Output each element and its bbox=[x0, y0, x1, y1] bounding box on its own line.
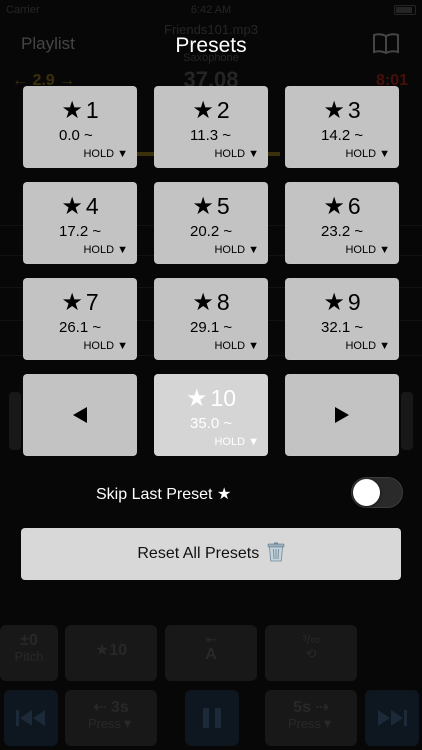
preset-button-4[interactable]: ★ 4 17.2 ~ HOLD ▼ bbox=[23, 182, 137, 264]
preset-value: 20.2 ~ bbox=[190, 223, 233, 240]
preset-button-2[interactable]: ★ 2 11.3 ~ HOLD ▼ bbox=[154, 86, 268, 168]
preset-label: ★ 2 bbox=[154, 97, 268, 124]
preset-hold-hint: HOLD ▼ bbox=[214, 340, 259, 352]
skip-last-preset-toggle[interactable] bbox=[351, 477, 403, 508]
preset-value: 32.1 ~ bbox=[321, 319, 364, 336]
reset-all-presets-label: Reset All Presets bbox=[137, 545, 260, 562]
star-icon: ★ bbox=[192, 97, 214, 124]
preset-label: ★ 10 bbox=[154, 385, 268, 412]
preset-hold-hint: HOLD ▼ bbox=[83, 148, 128, 160]
skip-last-preset-row: Skip Last Preset ★ bbox=[0, 470, 422, 514]
preset-number: 1 bbox=[85, 97, 99, 123]
preset-number: 10 bbox=[210, 385, 237, 411]
star-icon: ★ bbox=[61, 97, 83, 124]
preset-number: 3 bbox=[347, 97, 361, 123]
preset-button-10[interactable]: ★ 10 35.0 ~ HOLD ▼ bbox=[154, 374, 268, 456]
preset-number: 7 bbox=[85, 289, 99, 315]
preset-number: 9 bbox=[347, 289, 361, 315]
preset-hold-hint: HOLD ▼ bbox=[83, 244, 128, 256]
preset-number: 5 bbox=[216, 193, 230, 219]
previous-presets-button[interactable] bbox=[23, 374, 137, 456]
star-icon: ★ bbox=[61, 193, 83, 220]
skip-last-preset-label: Skip Last Preset ★ bbox=[96, 486, 232, 503]
preset-hold-hint: HOLD ▼ bbox=[83, 340, 128, 352]
star-icon: ★ bbox=[61, 289, 83, 316]
preset-hold-hint: HOLD ▼ bbox=[345, 148, 390, 160]
preset-hold-hint: HOLD ▼ bbox=[345, 244, 390, 256]
toggle-knob bbox=[353, 479, 380, 506]
triangle-right-icon bbox=[335, 407, 349, 423]
reset-all-presets-button[interactable]: Reset All Presets bbox=[21, 528, 401, 580]
star-icon: ★ bbox=[192, 289, 214, 316]
preset-hold-hint: HOLD ▼ bbox=[214, 148, 259, 160]
preset-label: ★ 9 bbox=[285, 289, 399, 316]
preset-value: 35.0 ~ bbox=[190, 415, 233, 432]
star-icon: ★ bbox=[185, 385, 208, 412]
preset-value: 11.3 ~ bbox=[190, 127, 232, 144]
star-icon: ★ bbox=[323, 97, 345, 124]
preset-label: ★ 5 bbox=[154, 193, 268, 220]
preset-value: 29.1 ~ bbox=[190, 319, 233, 336]
preset-label: ★ 8 bbox=[154, 289, 268, 316]
preset-label: ★ 7 bbox=[23, 289, 137, 316]
preset-value: 14.2 ~ bbox=[321, 127, 364, 144]
preset-value: 26.1 ~ bbox=[59, 319, 102, 336]
modal-title: Presets bbox=[175, 34, 247, 57]
star-icon: ★ bbox=[192, 193, 214, 220]
preset-hold-hint: HOLD ▼ bbox=[214, 244, 259, 256]
preset-button-9[interactable]: ★ 9 32.1 ~ HOLD ▼ bbox=[285, 278, 399, 360]
preset-button-7[interactable]: ★ 7 26.1 ~ HOLD ▼ bbox=[23, 278, 137, 360]
preset-hold-hint: HOLD ▼ bbox=[345, 340, 390, 352]
triangle-left-icon bbox=[73, 407, 87, 423]
preset-button-3[interactable]: ★ 3 14.2 ~ HOLD ▼ bbox=[285, 86, 399, 168]
preset-number: 4 bbox=[85, 193, 99, 219]
preset-button-5[interactable]: ★ 5 20.2 ~ HOLD ▼ bbox=[154, 182, 268, 264]
preset-hold-hint: HOLD ▼ bbox=[214, 436, 259, 448]
preset-value: 0.0 ~ bbox=[59, 127, 93, 144]
preset-label: ★ 6 bbox=[285, 193, 399, 220]
star-icon: ★ bbox=[323, 193, 345, 220]
preset-button-6[interactable]: ★ 6 23.2 ~ HOLD ▼ bbox=[285, 182, 399, 264]
preset-button-1[interactable]: ★ 1 0.0 ~ HOLD ▼ bbox=[23, 86, 137, 168]
next-presets-button[interactable] bbox=[285, 374, 399, 456]
preset-label: ★ 4 bbox=[23, 193, 137, 220]
preset-number: 2 bbox=[216, 97, 230, 123]
preset-number: 6 bbox=[347, 193, 361, 219]
trash-icon bbox=[267, 532, 285, 584]
preset-value: 17.2 ~ bbox=[59, 223, 102, 240]
preset-number: 8 bbox=[216, 289, 230, 315]
preset-button-8[interactable]: ★ 8 29.1 ~ HOLD ▼ bbox=[154, 278, 268, 360]
star-icon: ★ bbox=[323, 289, 345, 316]
preset-value: 23.2 ~ bbox=[321, 223, 364, 240]
preset-label: ★ 1 bbox=[23, 97, 137, 124]
preset-label: ★ 3 bbox=[285, 97, 399, 124]
